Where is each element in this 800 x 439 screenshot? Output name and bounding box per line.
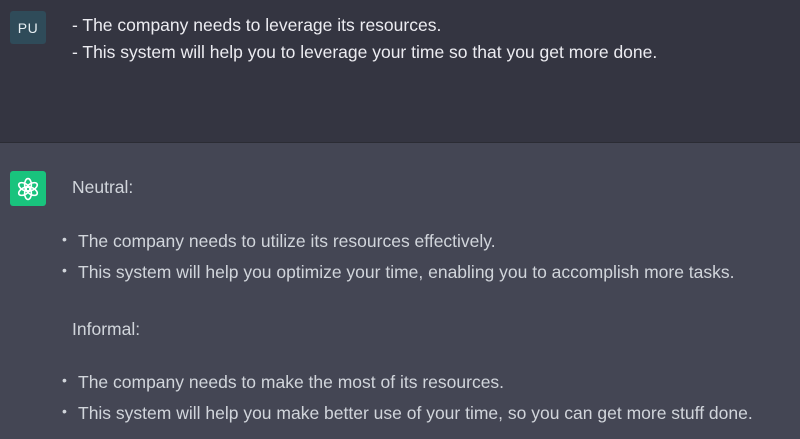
list-item: • This system will help you make better …	[62, 403, 753, 424]
section-heading-informal: Informal:	[72, 319, 141, 339]
user-avatar: PU	[10, 11, 46, 44]
list-item-text: This system will help you optimize your …	[78, 262, 735, 282]
list-item-text: This system will help you make better us…	[78, 403, 753, 423]
assistant-message-row: Neutral: • The company needs to utilize …	[0, 142, 800, 439]
list-item: • The company needs to utilize its resou…	[62, 231, 496, 252]
list-item-text: The company needs to make the most of it…	[78, 372, 505, 392]
user-message-line: - This system will help you to leverage …	[72, 42, 658, 62]
bullet-icon: •	[62, 231, 67, 247]
user-message-line: - The company needs to leverage its reso…	[72, 15, 442, 35]
list-item: • This system will help you optimize you…	[62, 262, 735, 283]
section-heading-neutral: Neutral:	[72, 177, 134, 197]
list-item-text: The company needs to utilize its resourc…	[78, 231, 496, 251]
user-message-text: - The company needs to leverage its reso…	[72, 12, 657, 66]
openai-logo-icon	[10, 171, 46, 206]
user-message-row: PU - The company needs to leverage its r…	[0, 0, 800, 142]
bullet-icon: •	[62, 403, 67, 419]
bullet-icon: •	[62, 372, 67, 388]
list-item: • The company needs to make the most of …	[62, 372, 504, 393]
bullet-icon: •	[62, 262, 67, 278]
